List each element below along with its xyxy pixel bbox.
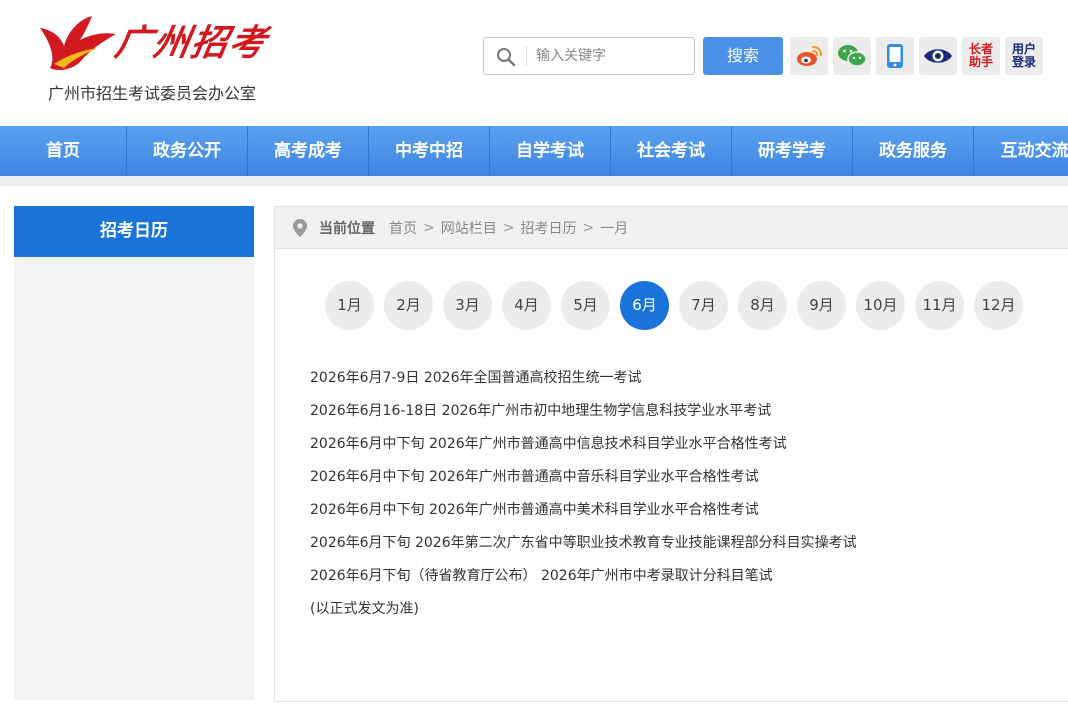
list-item: 2026年6月7-9日 2026年全国普通高校招生统一考试 <box>310 370 642 386</box>
nav-item-home[interactable]: 首页 <box>0 126 127 176</box>
logo-subtitle: 广州市招生考试委员会办公室 <box>48 84 257 103</box>
breadcrumb-home[interactable]: 首页 <box>389 218 417 238</box>
weibo-button[interactable] <box>790 37 828 75</box>
list-item: 2026年6月中下旬 2026年广州市普通高中美术科目学业水平合格性考试 <box>310 502 759 518</box>
main-nav: 首页 政务公开 高考成考 中考中招 自学考试 社会考试 研考学考 政务服务 互动… <box>0 126 1068 176</box>
month-button-4[interactable]: 4月 <box>502 281 551 330</box>
elder-helper-icon: 长者 助手 <box>968 42 993 69</box>
user-login-icon: 用户 登录 <box>1011 42 1036 69</box>
list-item: 2026年6月下旬（待省教育厅公布） 2026年广州市中考录取计分科目笔试 <box>310 568 773 584</box>
user-login-button[interactable]: 用户 登录 <box>1005 37 1043 75</box>
breadcrumb: 当前位置 首页 > 网站栏目 > 招考日历 > 一月 <box>275 207 1068 249</box>
breadcrumb-separator: > <box>423 219 435 236</box>
nav-item-postgrad-exam[interactable]: 研考学考 <box>732 126 853 176</box>
nav-item-gaokao[interactable]: 高考成考 <box>248 126 369 176</box>
mobile-button[interactable] <box>876 37 914 75</box>
month-selector: 1月 2月 3月 4月 5月 6月 7月 8月 9月 10月 11月 12月 <box>325 281 1033 330</box>
search-icon <box>497 48 516 67</box>
month-button-12[interactable]: 12月 <box>974 281 1023 330</box>
site-header: 广州招考 广州市招生考试委员会办公室 搜索 <box>0 0 1068 116</box>
nav-item-zhongkao[interactable]: 中考中招 <box>369 126 490 176</box>
breadcrumb-label: 当前位置 <box>319 220 375 237</box>
accessibility-button[interactable] <box>919 37 957 75</box>
search-divider <box>526 46 527 66</box>
search-box <box>483 37 695 75</box>
list-item: 2026年6月中下旬 2026年广州市普通高中信息技术科目学业水平合格性考试 <box>310 436 787 452</box>
breadcrumb-site-columns[interactable]: 网站栏目 <box>441 218 497 238</box>
nav-item-government-affairs[interactable]: 政务公开 <box>127 126 248 176</box>
site-logo[interactable]: 广州招考 广州市招生考试委员会办公室 <box>36 10 276 105</box>
kapok-flower-logo-icon <box>40 16 116 70</box>
event-list: 2026年6月7-9日 2026年全国普通高校招生统一考试 2026年6月16-… <box>310 368 857 632</box>
nav-item-government-services[interactable]: 政务服务 <box>853 126 974 176</box>
sidebar-item-exam-calendar[interactable]: 招考日历 <box>14 206 254 257</box>
breadcrumb-exam-calendar[interactable]: 招考日历 <box>520 218 576 238</box>
month-button-8[interactable]: 8月 <box>738 281 787 330</box>
logo-script-text: 广州招考 <box>111 22 272 64</box>
mobile-icon <box>887 44 903 68</box>
sidebar: 招考日历 <box>14 206 254 700</box>
weibo-icon <box>797 46 822 66</box>
list-item: 2026年6月下旬 2026年第二次广东省中等职业技术教育专业技能课程部分科目实… <box>310 535 857 551</box>
wechat-icon <box>838 45 867 67</box>
nav-item-social-exam[interactable]: 社会考试 <box>611 126 732 176</box>
breadcrumb-current[interactable]: 一月 <box>600 218 628 238</box>
month-button-2[interactable]: 2月 <box>384 281 433 330</box>
month-button-11[interactable]: 11月 <box>915 281 964 330</box>
month-button-3[interactable]: 3月 <box>443 281 492 330</box>
breadcrumb-separator: > <box>582 219 595 236</box>
eye-icon <box>924 49 952 63</box>
location-pin-icon <box>293 218 307 237</box>
list-item: 2026年6月16-18日 2026年广州市初中地理生物学信息科技学业水平考试 <box>310 403 772 419</box>
elder-helper-button[interactable]: 长者 助手 <box>962 37 1000 75</box>
nav-item-self-study-exam[interactable]: 自学考试 <box>490 126 611 176</box>
disclaimer-note: (以正式发文为准) <box>310 601 419 617</box>
month-button-5[interactable]: 5月 <box>561 281 610 330</box>
nav-divider <box>0 176 1068 186</box>
search-button[interactable]: 搜索 <box>703 37 783 75</box>
month-button-7[interactable]: 7月 <box>679 281 728 330</box>
month-button-9[interactable]: 9月 <box>797 281 846 330</box>
month-button-6[interactable]: 6月 <box>620 281 669 330</box>
month-button-10[interactable]: 10月 <box>856 281 905 330</box>
month-button-1[interactable]: 1月 <box>325 281 374 330</box>
main-content: 当前位置 首页 > 网站栏目 > 招考日历 > 一月 1月 2月 3月 4月 5… <box>274 206 1068 702</box>
search-input[interactable] <box>536 44 686 68</box>
nav-item-interaction[interactable]: 互动交流 <box>974 126 1068 176</box>
breadcrumb-separator: > <box>502 219 515 236</box>
list-item: 2026年6月中下旬 2026年广州市普通高中音乐科目学业水平合格性考试 <box>310 469 759 485</box>
wechat-button[interactable] <box>833 37 871 75</box>
